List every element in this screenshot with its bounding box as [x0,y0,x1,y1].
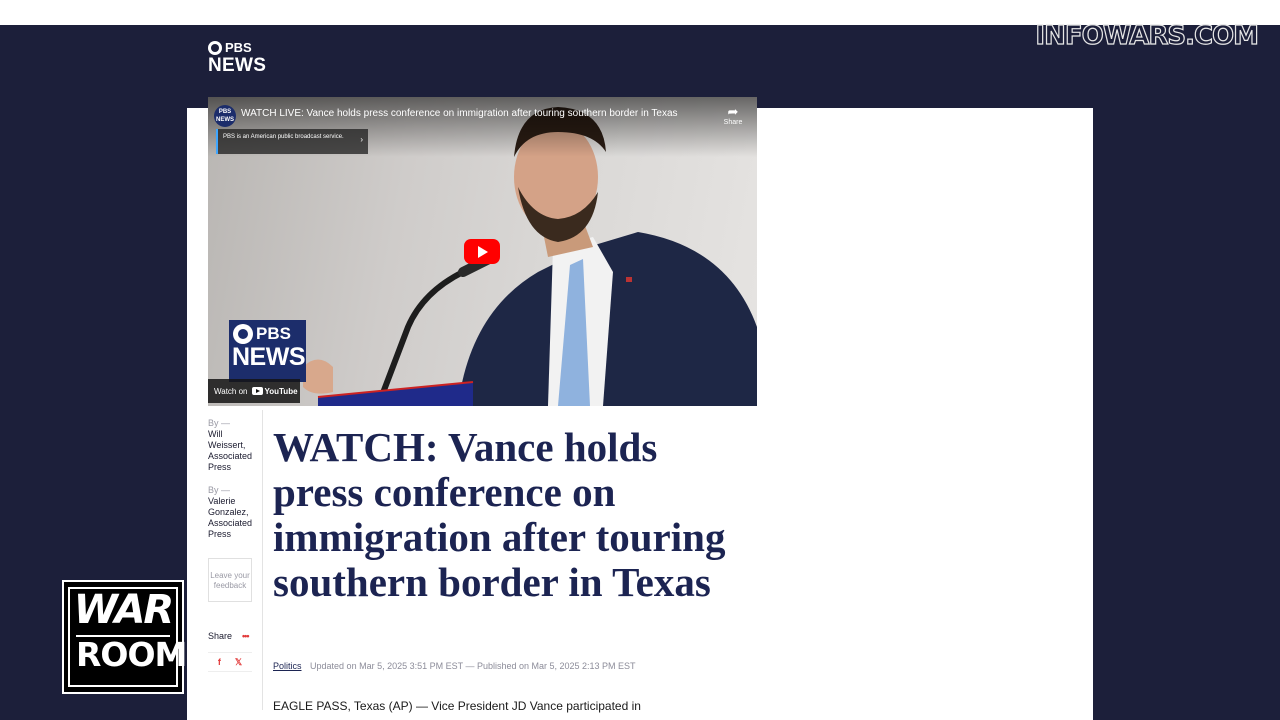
article-headline: WATCH: Vance holds press conference on i… [273,424,726,605]
article-meta: Politics Updated on Mar 5, 2025 3:51 PM … [273,661,636,671]
x-icon[interactable]: 𝕏 [235,657,242,668]
article-dates: Updated on Mar 5, 2025 3:51 PM EST — Pub… [310,661,636,671]
war-room-line1: WAR [73,587,174,633]
category-link[interactable]: Politics [273,661,302,671]
pbs-news-logo[interactable]: PBS NEWS [208,40,266,76]
pbs-head-icon [233,324,253,344]
chevron-right-icon: › [360,135,363,144]
video-title[interactable]: WATCH LIVE: Vance holds press conference… [241,108,678,119]
column-divider [262,410,263,710]
info-panel-text: PBS is an American public broadcast serv… [223,134,344,140]
feedback-button[interactable]: Leave your feedback [208,558,252,602]
article-lede: EAGLE PASS, Texas (AP) — Vice President … [273,699,641,713]
video-logo-news: NEWS [232,343,306,371]
war-room-line2: ROOM [76,635,187,674]
share-label: Share [208,631,233,641]
youtube-play-icon [251,387,263,395]
video-share-label: Share [723,119,743,126]
share-arrow-icon: ➦ [727,104,739,119]
video-player[interactable]: PBS NEWS WATCH LIVE: Vance holds press co… [208,97,757,406]
facebook-icon[interactable]: f [218,657,221,667]
by-label: By — [208,418,231,428]
youtube-logo: YouTube [251,386,298,396]
video-share-button[interactable]: ➦ Share [720,104,746,127]
info-panel[interactable]: PBS is an American public broadcast serv… [216,129,368,154]
author-name[interactable]: Will Weissert, Associated Press [208,429,258,473]
share-row: Share ••• [208,631,250,641]
war-room-logo: WAR ROOM [62,580,187,694]
logo-pbs-text: PBS [225,40,252,55]
byline-column: By — Will Weissert, Associated Press By … [208,418,258,552]
watch-on-label: Watch on [214,386,248,396]
video-pbs-logo: PBS NEWS [229,320,306,382]
pbs-head-icon [208,40,222,55]
video-logo-pbs: PBS [256,324,291,343]
channel-avatar[interactable]: PBS NEWS [214,105,236,127]
author-name[interactable]: Valerie Gonzalez, Associated Press [208,496,258,540]
share-icons: f 𝕏 [208,652,252,672]
more-share-icon[interactable]: ••• [242,631,250,641]
youtube-label: YouTube [264,386,298,396]
infowars-watermark: INFOWARS.COM [1035,20,1260,51]
logo-news-text: NEWS [208,55,267,76]
by-label: By — [208,485,231,495]
play-button[interactable] [464,239,500,264]
watch-on-youtube-button[interactable]: Watch on YouTube [208,379,300,403]
